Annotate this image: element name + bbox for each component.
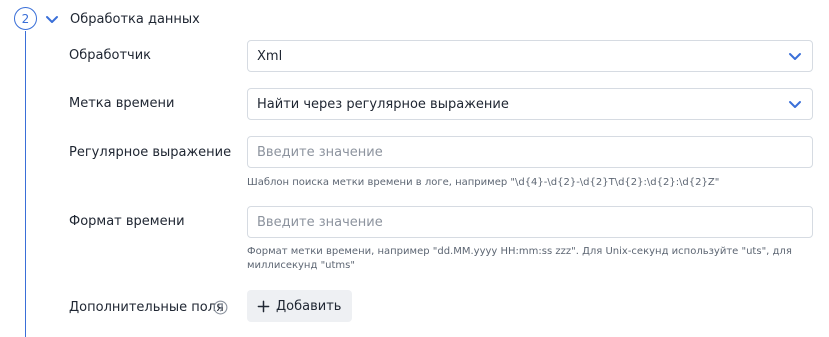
regex-input[interactable]: Введите значение: [247, 136, 813, 168]
processor-label: Обработчик: [69, 48, 151, 63]
time-format-hint-line-2: миллисекунд "utms": [247, 260, 355, 271]
time-format-hint: Формат метки времени, например "dd.MM.yy…: [247, 245, 807, 273]
plus-icon: [257, 300, 270, 312]
time-format-hint-line-1: Формат метки времени, например "dd.MM.yy…: [247, 246, 792, 257]
chevron-down-icon: [789, 101, 801, 108]
add-field-button-label: Добавить: [276, 298, 342, 314]
processor-select[interactable]: Xml: [247, 40, 813, 72]
regex-input-placeholder: Введите значение: [257, 144, 383, 160]
add-field-button[interactable]: Добавить: [247, 290, 353, 322]
section-title: Обработка данных: [70, 11, 200, 27]
timestamp-select-value: Найти через регулярное выражение: [257, 96, 509, 112]
time-format-input[interactable]: Введите значение: [247, 206, 813, 238]
regex-label: Регулярное выражение: [69, 145, 232, 160]
step-progress-line: [25, 31, 26, 337]
extra-fields-label: Дополнительные поля: [69, 300, 224, 315]
section-toggle[interactable]: Обработка данных: [44, 8, 200, 30]
time-format-label: Формат времени: [69, 214, 185, 229]
chevron-down-icon: [789, 53, 801, 60]
regex-hint: Шаблон поиска метки времени в логе, напр…: [247, 177, 720, 188]
timestamp-select[interactable]: Найти через регулярное выражение: [247, 88, 813, 120]
step-number-badge: 2: [14, 7, 37, 30]
time-format-input-placeholder: Введите значение: [257, 214, 383, 230]
processor-select-value: Xml: [257, 48, 283, 64]
question-circle-icon[interactable]: [213, 300, 228, 315]
timestamp-label: Метка времени: [69, 96, 175, 111]
chevron-down-icon: [46, 16, 58, 23]
